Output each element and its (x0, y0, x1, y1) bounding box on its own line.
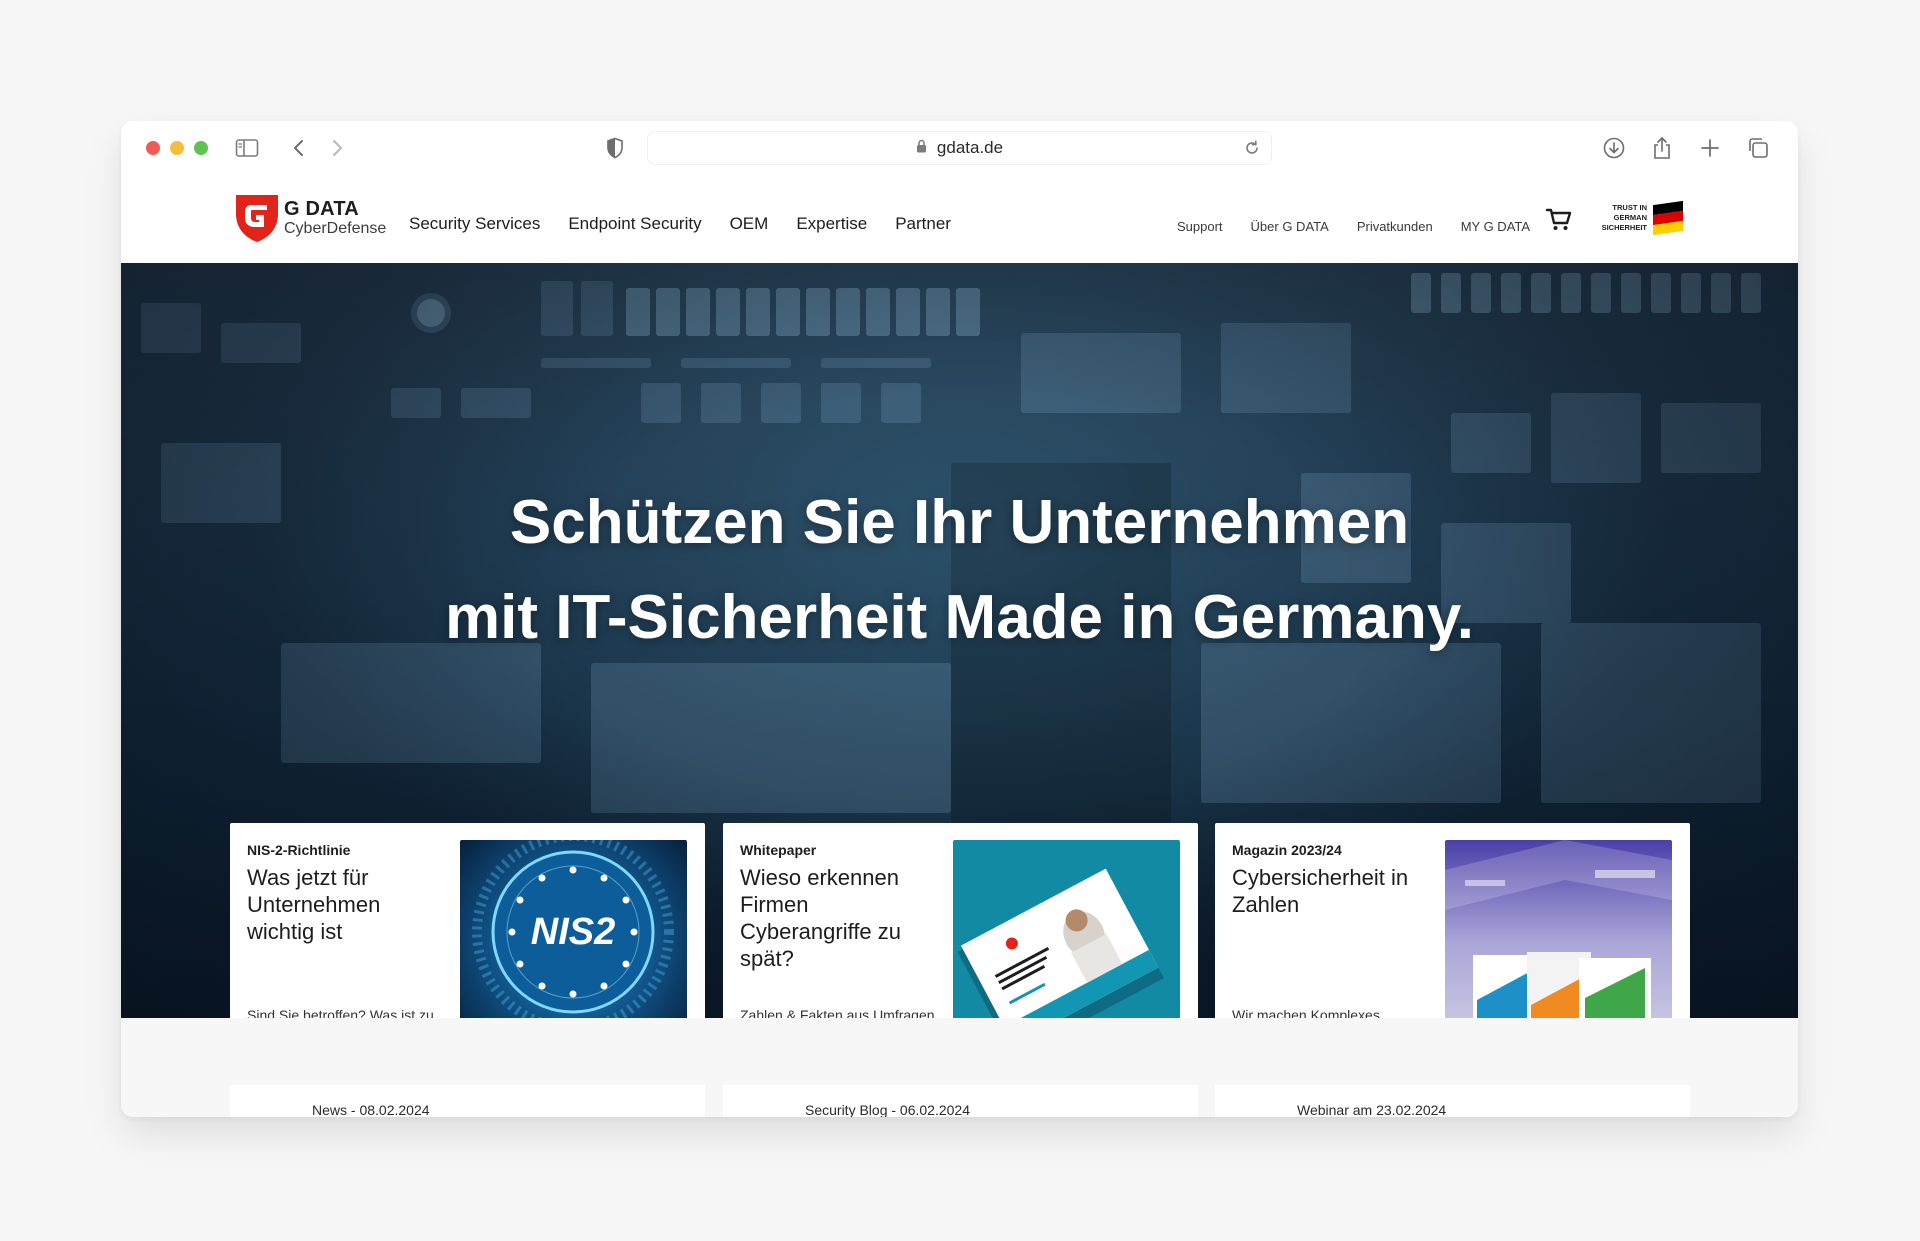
card-kicker: Magazin 2023/24 (1232, 842, 1342, 858)
card-title: Wieso erkennen Firmen Cyberangriffe zu s… (740, 865, 902, 971)
reload-icon[interactable] (1243, 139, 1261, 162)
download-icon[interactable] (1599, 133, 1629, 163)
hero-headline: Schützen Sie Ihr Unternehmen mit IT-Sich… (121, 475, 1798, 665)
nav-support[interactable]: Support (1177, 219, 1223, 234)
lock-icon (916, 139, 927, 158)
trust-in-german-sicherheit-badge[interactable]: TRUST IN GERMAN SICHERHEIT (1595, 200, 1683, 236)
hero-headline-line1: Schützen Sie Ihr Unternehmen (509, 488, 1410, 557)
nav-private-customers[interactable]: Privatkunden (1357, 219, 1433, 234)
nav-endpoint-security[interactable]: Endpoint Security (568, 214, 701, 234)
whitepaper-image (953, 840, 1180, 1018)
teaser-card-nis2[interactable]: NIS-2-Richtlinie Was jetzt für Unternehm… (230, 823, 705, 1018)
hero-headline-line2: mit IT-Sicherheit (444, 583, 928, 652)
nav-oem[interactable]: OEM (730, 214, 769, 234)
nav-my-gdata[interactable]: MY G DATA (1461, 219, 1530, 234)
minimize-window-button[interactable] (170, 141, 184, 155)
teaser-card-magazine[interactable]: Magazin 2023/24 Cybersicherheit in Zahle… (1215, 823, 1690, 1018)
webinar-card[interactable]: Webinar am 23.02.2024 (1215, 1085, 1690, 1117)
card-title: Cybersicherheit in Zahlen (1232, 865, 1409, 917)
url-text: gdata.de (936, 138, 1004, 157)
logo-brand: G DATA (284, 198, 359, 220)
share-icon[interactable] (1647, 133, 1677, 163)
zoom-window-button[interactable] (194, 141, 208, 155)
privacy-shield-icon[interactable] (600, 133, 630, 163)
card-description: Sind Sie betroffen? Was ist zu tun? Die … (247, 1007, 434, 1018)
security-blog-card-label: Security Blog - 06.02.2024 (805, 1102, 970, 1117)
trust-line-3: SICHERHEIT (1601, 223, 1647, 232)
nav-security-services[interactable]: Security Services (409, 214, 540, 234)
forward-icon[interactable] (322, 133, 352, 163)
new-tab-icon[interactable] (1695, 133, 1725, 163)
trust-line-1: TRUST IN (1612, 203, 1647, 212)
hero-headline-emphasis: Made in Germany. (944, 583, 1474, 652)
sidebar-toggle-icon[interactable] (232, 133, 262, 163)
nav-partner[interactable]: Partner (895, 214, 951, 234)
security-blog-card[interactable]: Security Blog - 06.02.2024 (723, 1085, 1198, 1117)
main-navigation: Security Services Endpoint Security OEM … (409, 214, 951, 234)
news-card[interactable]: News - 08.02.2024 (230, 1085, 705, 1117)
utility-navigation: Support Über G DATA Privatkunden MY G DA… (1177, 219, 1530, 234)
nis2-image: NIS2 (460, 840, 687, 1018)
magazine-image (1445, 840, 1672, 1018)
address-bar[interactable]: gdata.de (647, 131, 1272, 165)
card-title: Was jetzt für Unternehmen wichtig ist (247, 865, 381, 944)
browser-toolbar: gdata.de (121, 121, 1798, 177)
browser-window: gdata.de G DATA CyberDefense Security Se… (121, 121, 1798, 1117)
news-card-label: News - 08.02.2024 (312, 1102, 430, 1117)
cart-icon[interactable] (1545, 206, 1573, 237)
close-window-button[interactable] (146, 141, 160, 155)
card-kicker: NIS-2-Richtlinie (247, 842, 351, 858)
nav-expertise[interactable]: Expertise (796, 214, 867, 234)
card-description: Zahlen & Fakten aus Umfragen in Unterneh… (740, 1007, 935, 1018)
card-description: Wir machen Komplexes verständlich. Jetzt… (1232, 1007, 1380, 1018)
nav-about[interactable]: Über G DATA (1251, 219, 1329, 234)
card-kicker: Whitepaper (740, 842, 817, 858)
back-icon[interactable] (284, 133, 314, 163)
german-flag-icon (1653, 200, 1683, 236)
nis2-image-label: NIS2 (531, 911, 615, 953)
webinar-card-label: Webinar am 23.02.2024 (1297, 1102, 1447, 1117)
logo-subtitle: CyberDefense (284, 220, 387, 237)
site-header: G DATA CyberDefense Security Services En… (121, 177, 1798, 263)
hero-section: Schützen Sie Ihr Unternehmen mit IT-Sich… (121, 263, 1798, 1018)
news-section: News - 08.02.2024 Security Blog - 06.02.… (121, 1018, 1798, 1117)
tab-overview-icon[interactable] (1743, 133, 1773, 163)
teaser-card-whitepaper[interactable]: Whitepaper Wieso erkennen Firmen Cyberan… (723, 823, 1198, 1018)
trust-line-2: GERMAN (1613, 213, 1647, 222)
gdata-logo[interactable]: G DATA CyberDefense (234, 192, 386, 244)
gdata-shield-icon (236, 195, 278, 242)
